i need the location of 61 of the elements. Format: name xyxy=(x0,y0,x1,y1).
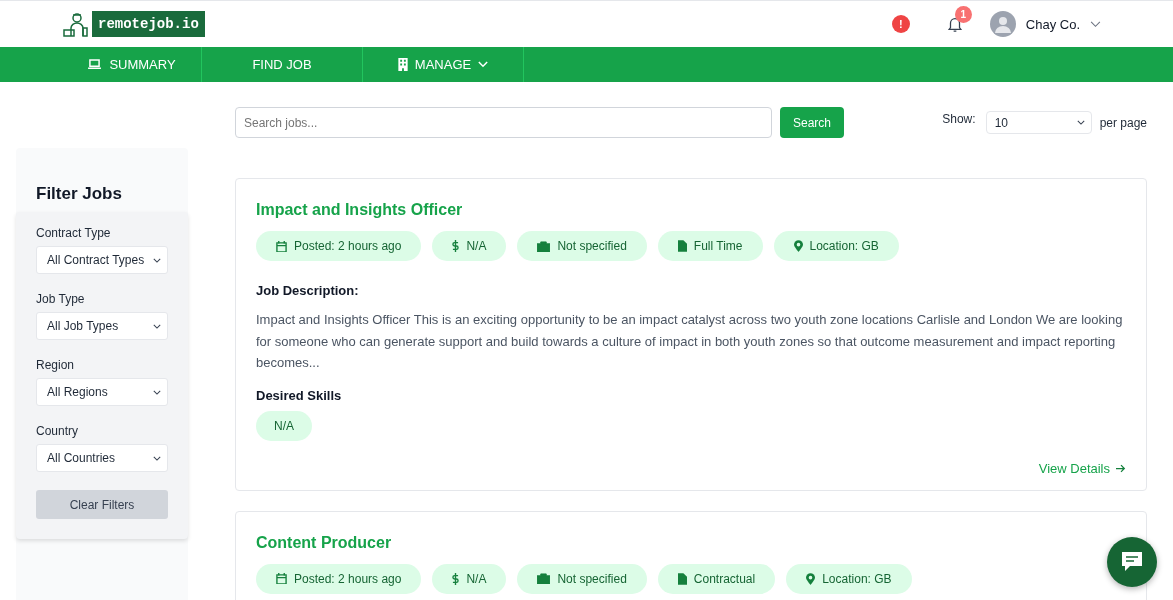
calendar-icon xyxy=(276,240,287,252)
chat-bubble-icon xyxy=(1120,551,1144,573)
job-tag: Contractual xyxy=(657,563,776,594)
search-field[interactable]: Search jobs... xyxy=(235,107,772,138)
dollar-icon xyxy=(452,572,460,585)
job-tag: N/A xyxy=(432,231,507,261)
file-icon xyxy=(677,572,687,585)
filter-label: Country xyxy=(36,424,80,438)
filter-title: Filter Jobs xyxy=(36,184,122,203)
filter-select[interactable]: All Job Types xyxy=(36,312,168,340)
worker-logo-icon xyxy=(62,10,90,38)
nav-tab[interactable]: FIND JOB xyxy=(202,47,363,82)
nav-tab[interactable]: MANAGE xyxy=(363,47,524,82)
briefcase-icon xyxy=(537,240,551,252)
description-label: Job Description: xyxy=(256,283,359,298)
logo-text[interactable]: remotejob.io xyxy=(92,11,205,37)
search-button[interactable]: Search xyxy=(780,107,845,138)
filter-label: Contract Type xyxy=(36,226,112,240)
location-pin-icon xyxy=(806,572,816,585)
arrow-right-icon xyxy=(1116,463,1126,473)
chevron-down-icon xyxy=(153,389,161,395)
dollar-icon xyxy=(452,240,460,252)
chat-button[interactable] xyxy=(1107,537,1157,587)
clear-filters-button[interactable]: Clear Filters xyxy=(36,490,168,519)
job-title[interactable]: Impact and Insights Officer xyxy=(256,201,463,219)
location-pin-icon xyxy=(793,240,803,252)
calendar-icon xyxy=(276,573,287,584)
laptop-icon xyxy=(87,59,103,70)
alert-badge[interactable]: ! xyxy=(891,15,910,33)
per-page-select[interactable]: 10 xyxy=(985,111,1092,134)
per-page-label: per page xyxy=(1099,115,1147,130)
filter-select[interactable]: All Contract Types xyxy=(36,246,168,274)
briefcase-icon xyxy=(537,573,551,584)
job-tag: Full Time xyxy=(657,231,763,261)
building-icon xyxy=(397,58,408,71)
notification-count: 1 xyxy=(954,6,972,23)
filter-label: Region xyxy=(36,358,76,372)
chevron-down-icon xyxy=(153,323,161,329)
job-tag: N/A xyxy=(432,563,507,594)
filter-label: Job Type xyxy=(36,292,86,306)
filter-select[interactable]: All Countries xyxy=(36,444,168,472)
filter-select[interactable]: All Regions xyxy=(36,378,168,406)
nav-tab[interactable]: SUMMARY xyxy=(62,47,202,82)
user-name[interactable]: Chay Co. xyxy=(1025,16,1080,32)
job-tag: Location: GB xyxy=(773,231,899,261)
job-description: Impact and Insights Officer This is an exciting opportunity to be an impact catalyst across two youth zone locations Carlisle and London We are looking for someone who can generate support and build towards a culture of impact in both youth zones so that outcome measurement and impact reporting becomes... xyxy=(256,311,1124,372)
job-tag: Not specified xyxy=(517,231,647,261)
job-title[interactable]: Content Producer xyxy=(256,533,392,552)
chevron-down-icon xyxy=(1076,120,1085,125)
view-details-link[interactable]: View Details xyxy=(1038,460,1126,476)
chevron-down-icon xyxy=(153,455,161,461)
job-tag: Posted: 2 hours ago xyxy=(256,231,422,261)
chevron-down-icon[interactable] xyxy=(1090,20,1101,28)
skills-label: Desired Skills xyxy=(256,387,342,403)
job-tag: Location: GB xyxy=(786,563,912,594)
skill-tag: N/A xyxy=(256,410,312,441)
file-icon xyxy=(677,240,687,252)
job-tag: Posted: 2 hours ago xyxy=(256,563,422,594)
show-label: Show: xyxy=(942,112,976,126)
chevron-down-icon xyxy=(153,257,161,263)
job-tag: Not specified xyxy=(517,563,647,594)
